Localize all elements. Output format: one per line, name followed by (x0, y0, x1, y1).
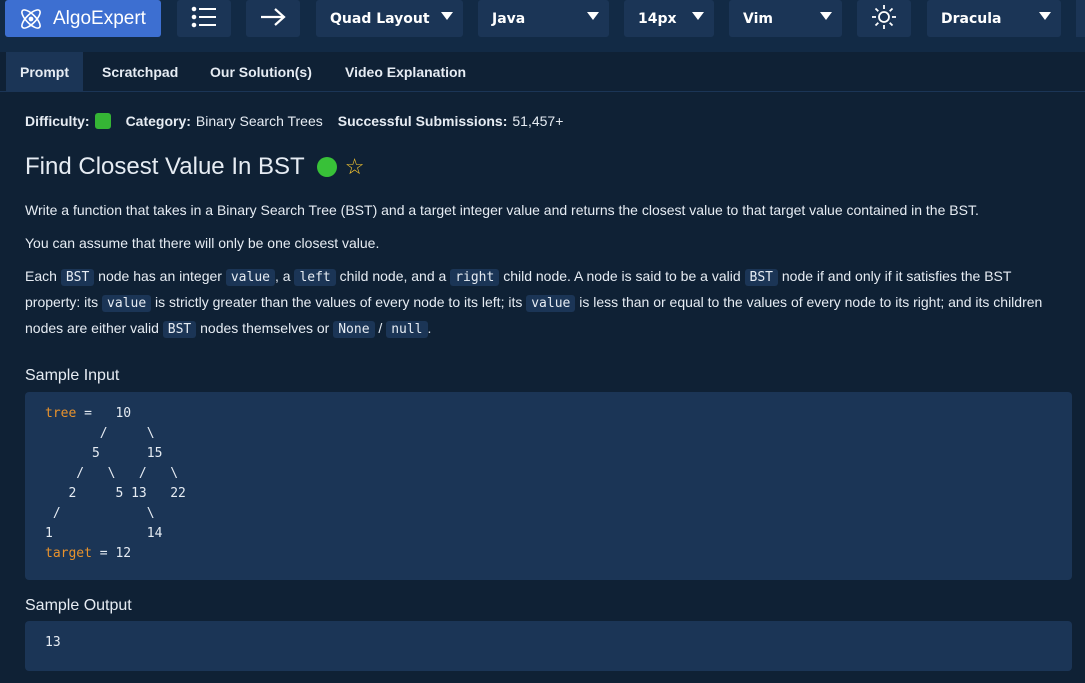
language-select-value: Java (492, 10, 526, 27)
code-keyword: tree (45, 406, 77, 421)
completed-status-icon (316, 157, 337, 177)
inline-code: value (225, 269, 275, 286)
text: is strictly greater than the values of e… (151, 294, 527, 310)
text: child node. A node is said to be a valid (499, 268, 745, 284)
category-label: Category: (125, 113, 191, 129)
description-paragraph-1: Write a function that takes in a Binary … (25, 202, 979, 218)
sample-output-code: 13 (25, 621, 1072, 671)
sample-output-heading: Sample Output (25, 597, 132, 614)
language-select[interactable]: Java (478, 0, 609, 37)
code-text: = 10 (76, 406, 132, 421)
atom-logo-icon (17, 5, 45, 33)
inline-code: value (102, 295, 152, 312)
chevron-down-icon (692, 12, 704, 20)
inline-code: null (386, 321, 428, 338)
difficulty-label: Difficulty: (25, 113, 90, 129)
problem-title: Find Closest Value In BST (25, 153, 305, 180)
text: / (374, 320, 387, 336)
keybinding-select[interactable]: Vim (729, 0, 842, 37)
editor-theme-select[interactable]: Dracula (927, 0, 1061, 37)
tree-diagram-text: / \ 5 15 / \ / \ 2 5 13 22 / \ 1 14 (45, 426, 186, 541)
code-keyword: target (45, 546, 92, 561)
editor-theme-select-value: Dracula (941, 10, 1002, 27)
text: child node, and a (335, 268, 451, 284)
text: , a (274, 268, 295, 284)
inline-code: right (450, 269, 500, 286)
inline-code: BST (162, 321, 197, 338)
sample-input-code: tree = 10 / \ 5 15 / \ / \ 2 5 13 22 / \… (25, 392, 1072, 580)
chevron-down-icon (587, 12, 599, 20)
next-question-button[interactable] (246, 0, 300, 37)
text: node has an integer (94, 268, 226, 284)
text: nodes themselves or (196, 320, 334, 336)
code-text: = 12 (91, 546, 132, 561)
inline-code: BST (744, 269, 778, 286)
inline-code: left (294, 269, 336, 286)
inline-code: value (526, 295, 576, 312)
text: . (427, 320, 432, 336)
layout-select[interactable]: Quad Layout (316, 0, 463, 37)
sample-output-value: 13 (45, 635, 61, 650)
keybinding-select-value: Vim (743, 10, 773, 27)
theme-toggle-button[interactable] (857, 0, 911, 37)
chevron-down-icon (441, 12, 453, 20)
sun-icon (871, 4, 897, 34)
tab-scratchpad[interactable]: Scratchpad (88, 52, 192, 92)
difficulty-indicator-icon (94, 113, 111, 129)
description-paragraph-2: You can assume that there will only be o… (25, 235, 380, 251)
submissions-label: Successful Submissions: (337, 113, 508, 129)
chevron-down-icon (820, 12, 832, 20)
toolbar-overflow-edge (1076, 0, 1085, 37)
arrow-right-icon (259, 7, 287, 31)
problem-title-row: Find Closest Value In BST ☆ (25, 153, 364, 181)
list-menu-icon (191, 6, 217, 32)
submissions-value: 51,457+ (512, 113, 564, 129)
inline-code: BST (60, 269, 95, 286)
tab-video-explanation[interactable]: Video Explanation (331, 52, 480, 92)
chevron-down-icon (1039, 12, 1051, 20)
tab-prompt[interactable]: Prompt (6, 52, 83, 92)
panel-tabs: Prompt Scratchpad Our Solution(s) Video … (0, 52, 1085, 92)
brand-name: AlgoExpert (53, 7, 146, 29)
menu-button[interactable] (177, 0, 231, 37)
text: Each (25, 268, 61, 284)
font-size-select-value: 14px (638, 10, 677, 27)
star-icon[interactable]: ☆ (345, 156, 365, 178)
layout-select-value: Quad Layout (330, 10, 430, 27)
sample-input-heading: Sample Input (25, 367, 120, 384)
inline-code: None (333, 321, 375, 338)
tab-our-solutions[interactable]: Our Solution(s) (196, 52, 326, 92)
prompt-panel: Difficulty: Category: Binary Search Tree… (0, 93, 1085, 683)
top-toolbar: AlgoExpert Quad Layout Java 14px Vim Dra… (0, 0, 1085, 52)
category-value: Binary Search Trees (195, 113, 323, 129)
problem-meta: Difficulty: Category: Binary Search Tree… (25, 113, 563, 129)
description-paragraph-3: Each BST node has an integer value, a le… (25, 264, 1065, 342)
font-size-select[interactable]: 14px (624, 0, 714, 37)
brand-logo-button[interactable]: AlgoExpert (5, 0, 161, 37)
